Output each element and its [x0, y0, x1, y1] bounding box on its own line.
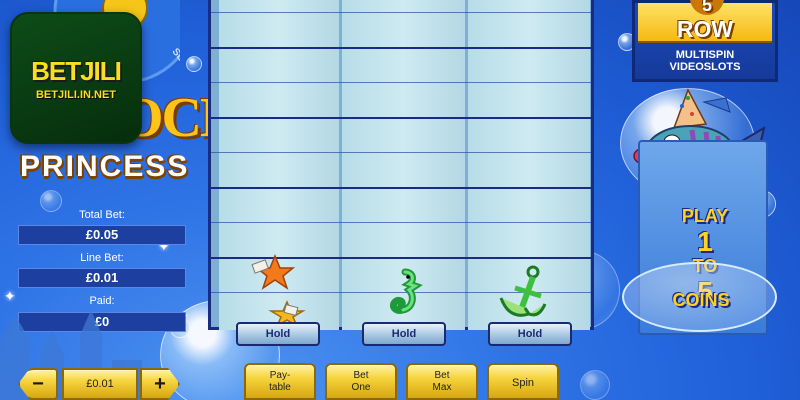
line-bet-value: £0.01 — [18, 268, 186, 288]
decrease-bet-button[interactable]: − — [18, 368, 58, 400]
reel-row-divider — [211, 82, 591, 83]
play-line1: PLAY — [681, 206, 729, 226]
plus-icon: + — [154, 373, 166, 395]
starfish-icon — [251, 254, 296, 290]
anchor-icon — [499, 265, 547, 317]
game-title-bottom: PRINCESS — [20, 150, 190, 183]
reel-window: Hold Hold Hold — [208, 0, 594, 346]
row-sign: 5 ROW — [638, 0, 772, 43]
seahorse-icon — [389, 268, 423, 314]
watermark-title: BETJILI — [31, 55, 122, 86]
row-number-badge: 5 — [690, 0, 724, 15]
game-screen: ✦ ✦ ✦ SLOTS OCEAN PRINCESS BETJILI BETJI… — [0, 0, 800, 400]
spin-button[interactable]: Spin — [487, 363, 559, 400]
bet-one-button[interactable]: Bet One — [325, 363, 397, 400]
bet-one-label: Bet One — [351, 370, 371, 393]
watermark-site: BETJILI.IN.NET — [35, 88, 117, 101]
reel-row-divider — [211, 152, 591, 153]
line-bet-control: − £0.01 + — [18, 368, 180, 400]
paytable-button[interactable]: Pay-table — [244, 363, 316, 400]
paytable-label: Pay-table — [269, 370, 291, 393]
bet-max-button[interactable]: Bet Max — [406, 363, 478, 400]
reel-row-divider — [211, 12, 591, 13]
reel-row-divider — [211, 187, 591, 189]
line-bet-label: Line Bet: — [80, 252, 124, 264]
row-sign-box: 5 ROW MULTISPIN VIDEOSLOTS — [632, 0, 778, 82]
multispin-line2: VIDEOSLOTS — [669, 61, 741, 73]
hold-button-3[interactable]: Hold — [488, 322, 572, 346]
bet-max-label: Bet Max — [432, 370, 452, 393]
bubble-decor — [186, 56, 202, 72]
total-bet-value: £0.05 — [18, 225, 186, 245]
multispin-line1: MULTISPIN — [675, 49, 735, 61]
bubble-decor — [580, 370, 610, 400]
increase-bet-button[interactable]: + — [140, 368, 180, 400]
play-line5: COINS — [672, 290, 730, 310]
reel-row-divider — [211, 117, 591, 119]
minus-icon: − — [32, 373, 44, 395]
total-bet-label: Total Bet: — [79, 209, 125, 221]
row-label: ROW — [676, 16, 734, 42]
reel-row-divider — [211, 47, 591, 49]
spin-label: Spin — [511, 377, 535, 389]
coins-bubble: COINS — [622, 262, 777, 332]
bet-value-display: £0.01 — [62, 368, 138, 400]
reel-row-divider — [211, 222, 591, 223]
watermark-logo: BETJILI BETJILI.IN.NET — [10, 12, 142, 144]
hold-button-1[interactable]: Hold — [236, 322, 320, 346]
play-line2: 1 — [697, 226, 713, 257]
hold-button-2[interactable]: Hold — [362, 322, 446, 346]
row-number: 5 — [701, 0, 712, 15]
multispin-text: MULTISPIN VIDEOSLOTS — [635, 49, 775, 73]
